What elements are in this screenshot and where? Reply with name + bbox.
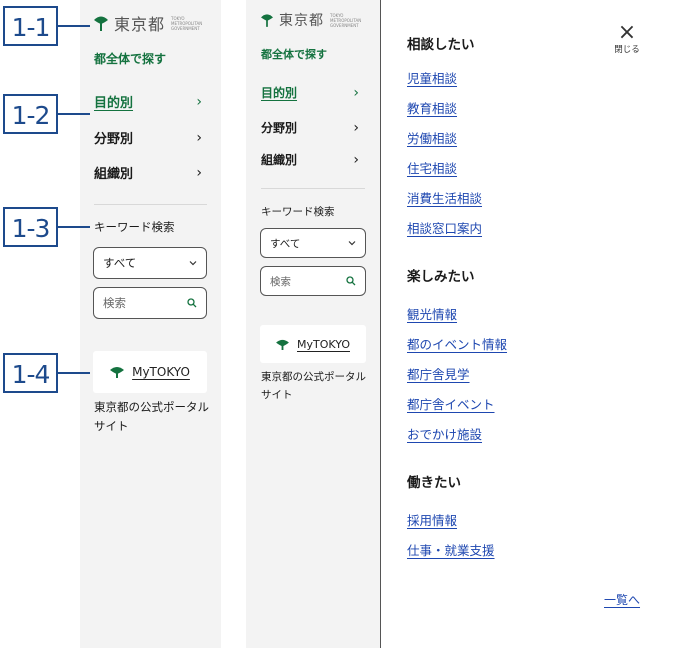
callout-1-1: 1-1 — [3, 6, 58, 46]
callout-line-1-3 — [58, 226, 90, 228]
nav-item-label: 目的別 — [261, 86, 298, 100]
section-label: 都全体で探す — [94, 52, 167, 66]
chevron-right-icon: › — [353, 84, 359, 101]
callout-1-2: 1-2 — [3, 94, 58, 134]
close-label: 閉じる — [614, 45, 640, 55]
chevron-down-icon — [348, 241, 356, 246]
link-consult-desk[interactable]: 相談窓口案内 — [407, 218, 482, 237]
mytokyo-button[interactable]: MyTOKYO — [260, 325, 366, 363]
ginkgo-leaf-icon — [94, 16, 108, 31]
chevron-right-icon: › — [353, 119, 359, 136]
chevron-right-icon: › — [353, 151, 359, 168]
nav-item-organization[interactable]: 組織別 › — [94, 163, 202, 183]
mytokyo-brand: MyTOKYO — [132, 365, 190, 379]
close-button[interactable]: × 閉じる — [606, 20, 648, 56]
link-recruitment[interactable]: 採用情報 — [407, 510, 457, 529]
nav-item-label: 組織別 — [94, 167, 134, 182]
divider — [94, 204, 207, 205]
ginkgo-leaf-icon — [261, 14, 273, 27]
callout-1-3: 1-3 — [3, 207, 58, 247]
ginkgo-leaf-icon — [110, 367, 125, 378]
category-select[interactable]: すべて — [260, 228, 366, 258]
logo-subtext: TOKYO METROPOLITAN GOVERNMENT — [330, 12, 362, 28]
tokyo-logo[interactable]: 東京都 TOKYO METROPOLITAN GOVERNMENT — [94, 11, 203, 35]
ginkgo-leaf-icon — [276, 339, 289, 350]
link-consumer-consult[interactable]: 消費生活相談 — [407, 188, 482, 207]
link-tourism[interactable]: 観光情報 — [407, 304, 457, 323]
link-child-consult[interactable]: 児童相談 — [407, 68, 457, 87]
callout-line-1-4 — [58, 372, 90, 374]
mytokyo-button[interactable]: MyTOKYO — [93, 351, 207, 393]
mytokyo-caption: 東京都の公式ポータルサイト — [261, 371, 366, 401]
mytokyo-caption: 東京都の公式ポータルサイト — [94, 400, 209, 433]
link-building-events[interactable]: 都庁舎イベント — [407, 394, 495, 413]
logo-name: 東京都 — [279, 13, 324, 29]
category-title-work: 働きたい — [407, 475, 461, 491]
nav-item-organization[interactable]: 組織別 › — [261, 151, 359, 168]
select-value: すべて — [270, 237, 301, 250]
logo-subtext: TOKYO METROPOLITAN GOVERNMENT — [171, 15, 203, 31]
search-placeholder: 検索 — [270, 275, 291, 288]
nav-item-field[interactable]: 分野別 › — [94, 128, 202, 148]
nav-item-field[interactable]: 分野別 › — [261, 119, 359, 136]
keyword-search-label: キーワード検索 — [94, 220, 175, 234]
select-value: すべて — [103, 256, 137, 270]
callout-1-4: 1-4 — [3, 353, 58, 393]
search-icon — [187, 298, 197, 308]
logo-name: 東京都 — [114, 15, 166, 34]
divider — [261, 188, 365, 189]
search-placeholder: 検索 — [103, 296, 126, 310]
category-select[interactable]: すべて — [93, 247, 207, 279]
link-tour-building[interactable]: 都庁舎見学 — [407, 364, 470, 383]
search-input[interactable]: 検索 — [93, 287, 207, 319]
chevron-down-icon — [189, 261, 197, 266]
panel-divider — [380, 0, 381, 648]
chevron-right-icon: › — [196, 129, 202, 146]
more-link[interactable]: 一覧へ — [604, 591, 640, 608]
keyword-search-label: キーワード検索 — [261, 206, 335, 218]
search-icon — [346, 276, 356, 286]
nav-item-purpose[interactable]: 目的別 › — [261, 84, 359, 101]
chevron-right-icon: › — [196, 93, 202, 110]
link-outing-facilities[interactable]: おでかけ施設 — [407, 424, 482, 443]
callout-line-1-2 — [58, 113, 90, 115]
chevron-right-icon: › — [196, 164, 202, 181]
section-label: 都全体で探す — [261, 48, 327, 61]
link-housing-consult[interactable]: 住宅相談 — [407, 158, 457, 177]
close-icon: × — [617, 20, 637, 45]
nav-item-label: 組織別 — [261, 153, 298, 167]
category-title-consult: 相談したい — [407, 37, 475, 53]
link-education-consult[interactable]: 教育相談 — [407, 98, 457, 117]
nav-item-label: 分野別 — [261, 121, 298, 135]
link-labor-consult[interactable]: 労働相談 — [407, 128, 457, 147]
mytokyo-brand: MyTOKYO — [297, 337, 350, 351]
nav-item-label: 分野別 — [94, 132, 134, 147]
callout-line-1-1 — [58, 25, 90, 27]
link-events[interactable]: 都のイベント情報 — [407, 334, 507, 353]
link-job-support[interactable]: 仕事・就業支援 — [407, 540, 495, 559]
category-title-enjoy: 楽しみたい — [407, 269, 475, 285]
tokyo-logo[interactable]: 東京都 TOKYO METROPOLITAN GOVERNMENT — [261, 10, 362, 30]
nav-item-label: 目的別 — [94, 96, 134, 111]
search-input[interactable]: 検索 — [260, 266, 366, 296]
nav-item-purpose[interactable]: 目的別 › — [94, 92, 202, 112]
